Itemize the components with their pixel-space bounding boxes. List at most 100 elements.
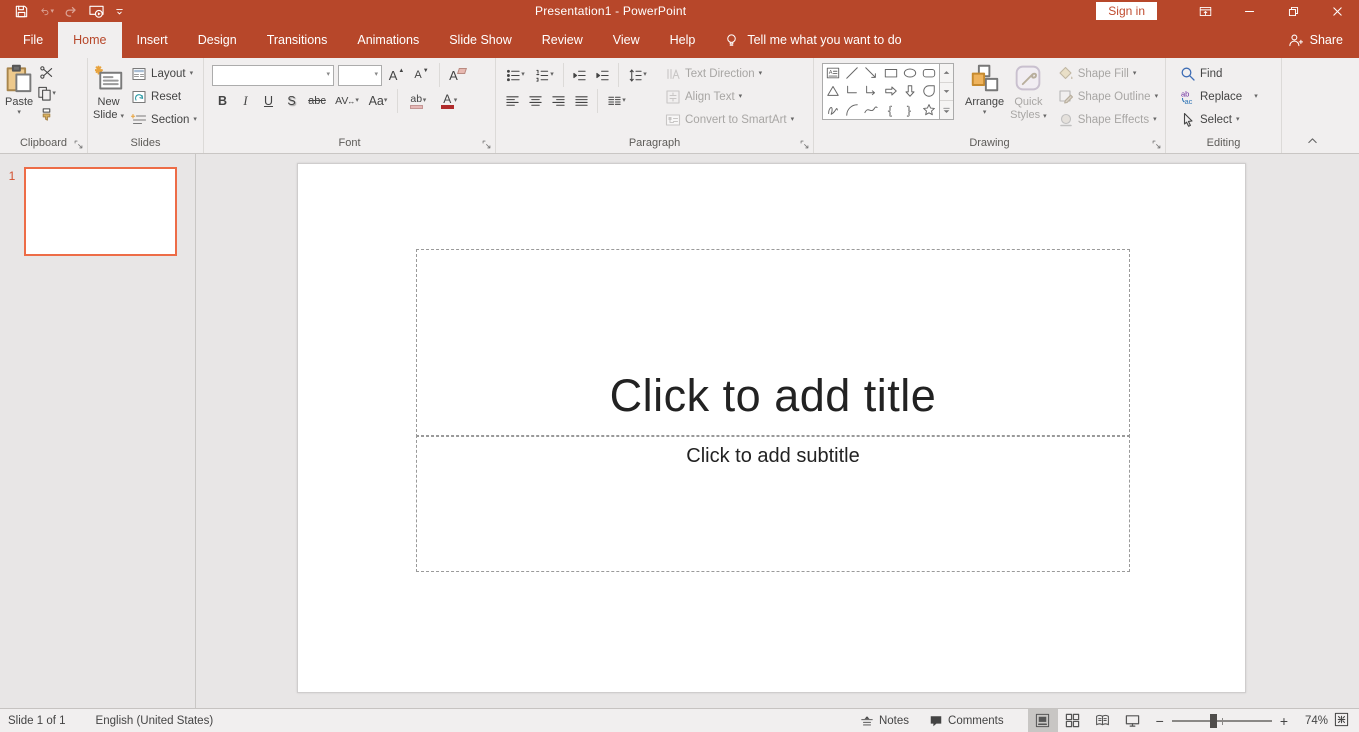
normal-view-button[interactable] [1027, 709, 1058, 732]
decrease-font-size-button[interactable]: A ▼ [411, 65, 432, 86]
tab-file[interactable]: File [8, 22, 58, 58]
align-center-button[interactable] [525, 91, 546, 112]
ribbon-display-options-button[interactable] [1183, 0, 1227, 22]
text-shadow-button[interactable]: S [281, 91, 302, 112]
shape-effects-button[interactable]: Shape Effects ▾ [1054, 108, 1162, 131]
change-case-button[interactable]: Aa ▾ [364, 91, 392, 112]
tab-design[interactable]: Design [183, 22, 252, 58]
start-from-beginning-icon[interactable] [89, 4, 104, 19]
down-arrow-shape[interactable] [900, 82, 919, 100]
tab-home[interactable]: Home [58, 22, 122, 58]
zoom-out-button[interactable]: − [1156, 714, 1164, 728]
notes-button[interactable]: Notes [850, 709, 919, 732]
justify-button[interactable] [571, 91, 592, 112]
text-direction-button[interactable]: Text Direction ▾ [661, 62, 798, 85]
slide-editor[interactable]: Click to add title Click to add subtitle [297, 163, 1246, 693]
collapse-ribbon-icon[interactable] [1306, 134, 1319, 147]
reading-view-button[interactable] [1088, 709, 1118, 732]
restore-button[interactable] [1271, 0, 1315, 22]
align-text-button[interactable]: Align Text ▾ [661, 85, 798, 108]
layout-button[interactable]: Layout ▾ [127, 62, 201, 85]
increase-indent-button[interactable] [592, 65, 613, 86]
tab-view[interactable]: View [598, 22, 655, 58]
tab-transitions[interactable]: Transitions [252, 22, 343, 58]
rectangle-shape[interactable] [881, 64, 900, 82]
left-brace-shape[interactable]: { [881, 101, 900, 119]
font-color-button[interactable]: A ▾ [435, 91, 463, 112]
format-painter-button[interactable] [36, 104, 57, 125]
tab-insert[interactable]: Insert [122, 22, 183, 58]
tab-help[interactable]: Help [655, 22, 711, 58]
elbow-connector-shape[interactable] [842, 82, 861, 100]
paragraph-dialog-launcher-icon[interactable] [799, 139, 810, 150]
minimize-button[interactable] [1227, 0, 1271, 22]
star-shape[interactable] [920, 101, 939, 119]
italic-button[interactable]: I [235, 91, 256, 112]
save-icon[interactable] [14, 4, 29, 19]
character-spacing-button[interactable]: AV ↔ ▾ [332, 91, 362, 112]
clipboard-dialog-launcher-icon[interactable] [73, 139, 84, 150]
tab-review[interactable]: Review [527, 22, 598, 58]
select-button[interactable]: Select ▾ [1176, 108, 1262, 131]
slide-sorter-view-button[interactable] [1058, 709, 1088, 732]
quick-styles-button[interactable]: Quick Styles ▾ [1007, 60, 1050, 134]
tab-animations[interactable]: Animations [342, 22, 434, 58]
decrease-indent-button[interactable] [569, 65, 590, 86]
bullets-button[interactable]: ▾ [502, 65, 529, 86]
paste-button[interactable]: Paste ▾ [2, 60, 36, 134]
rounded-rectangle-shape[interactable] [920, 64, 939, 82]
elbow-arrow-connector-shape[interactable] [862, 82, 881, 100]
gallery-scroll-up-button[interactable] [940, 64, 953, 82]
font-dialog-launcher-icon[interactable] [481, 139, 492, 150]
right-brace-shape[interactable]: } [900, 101, 919, 119]
zoom-level[interactable]: 74% [1296, 715, 1328, 727]
title-placeholder[interactable]: Click to add title [416, 249, 1130, 437]
replace-button[interactable]: ab ac Replace ▾ [1176, 85, 1262, 108]
slide-thumbnail[interactable] [24, 167, 177, 256]
strikethrough-button[interactable]: abc [304, 91, 330, 112]
align-right-button[interactable] [548, 91, 569, 112]
cut-button[interactable] [36, 62, 57, 83]
arrange-button[interactable]: Arrange ▾ [962, 60, 1007, 134]
section-button[interactable]: Section ▾ [127, 108, 201, 131]
redo-icon[interactable] [64, 4, 79, 19]
line-spacing-button[interactable]: ▾ [624, 65, 651, 86]
customize-quick-access-toolbar-icon[interactable] [114, 6, 125, 17]
triangle-shape[interactable] [823, 82, 842, 100]
arc-shape[interactable] [842, 101, 861, 119]
comments-button[interactable]: Comments [919, 709, 1014, 732]
textbox-shape[interactable]: A [823, 64, 842, 82]
sign-in-button[interactable]: Sign in [1096, 2, 1157, 20]
columns-button[interactable]: ▾ [603, 91, 630, 112]
new-slide-button[interactable]: New Slide ▾ [90, 60, 127, 134]
bold-button[interactable]: B [212, 91, 233, 112]
clear-formatting-button[interactable]: A [447, 65, 468, 86]
find-button[interactable]: Find [1176, 62, 1262, 85]
teardrop-shape[interactable] [920, 82, 939, 100]
numbering-button[interactable]: ▾ [531, 65, 558, 86]
arrow-shape[interactable] [862, 64, 881, 82]
shape-fill-button[interactable]: Shape Fill ▾ [1054, 62, 1162, 85]
copy-button[interactable]: ▾ [36, 83, 57, 104]
zoom-slider-thumb[interactable] [1209, 713, 1217, 728]
slide-indicator[interactable]: Slide 1 of 1 [8, 715, 66, 727]
slide-show-button[interactable] [1118, 709, 1148, 732]
zoom-slider[interactable] [1171, 713, 1272, 728]
subtitle-placeholder[interactable]: Click to add subtitle [416, 435, 1130, 572]
reset-button[interactable]: Reset [127, 85, 201, 108]
line-shape[interactable] [842, 64, 861, 82]
gallery-more-button[interactable] [940, 101, 953, 119]
increase-font-size-button[interactable]: A ▲ [386, 65, 407, 86]
drawing-dialog-launcher-icon[interactable] [1151, 139, 1162, 150]
scribble-shape[interactable] [823, 101, 842, 119]
share-button[interactable]: Share [1272, 22, 1359, 58]
font-name-combo[interactable]: ▾ [212, 64, 334, 86]
tell-me-box[interactable]: Tell me what you want to do [724, 22, 902, 58]
tab-slide-show[interactable]: Slide Show [434, 22, 527, 58]
curve-shape[interactable] [862, 101, 881, 119]
undo-icon[interactable]: ▾ [39, 4, 54, 19]
align-left-button[interactable] [502, 91, 523, 112]
underline-button[interactable]: U [258, 91, 279, 112]
font-size-combo[interactable]: ▾ [338, 64, 382, 86]
convert-to-smartart-button[interactable]: Convert to SmartArt ▾ [661, 108, 798, 131]
